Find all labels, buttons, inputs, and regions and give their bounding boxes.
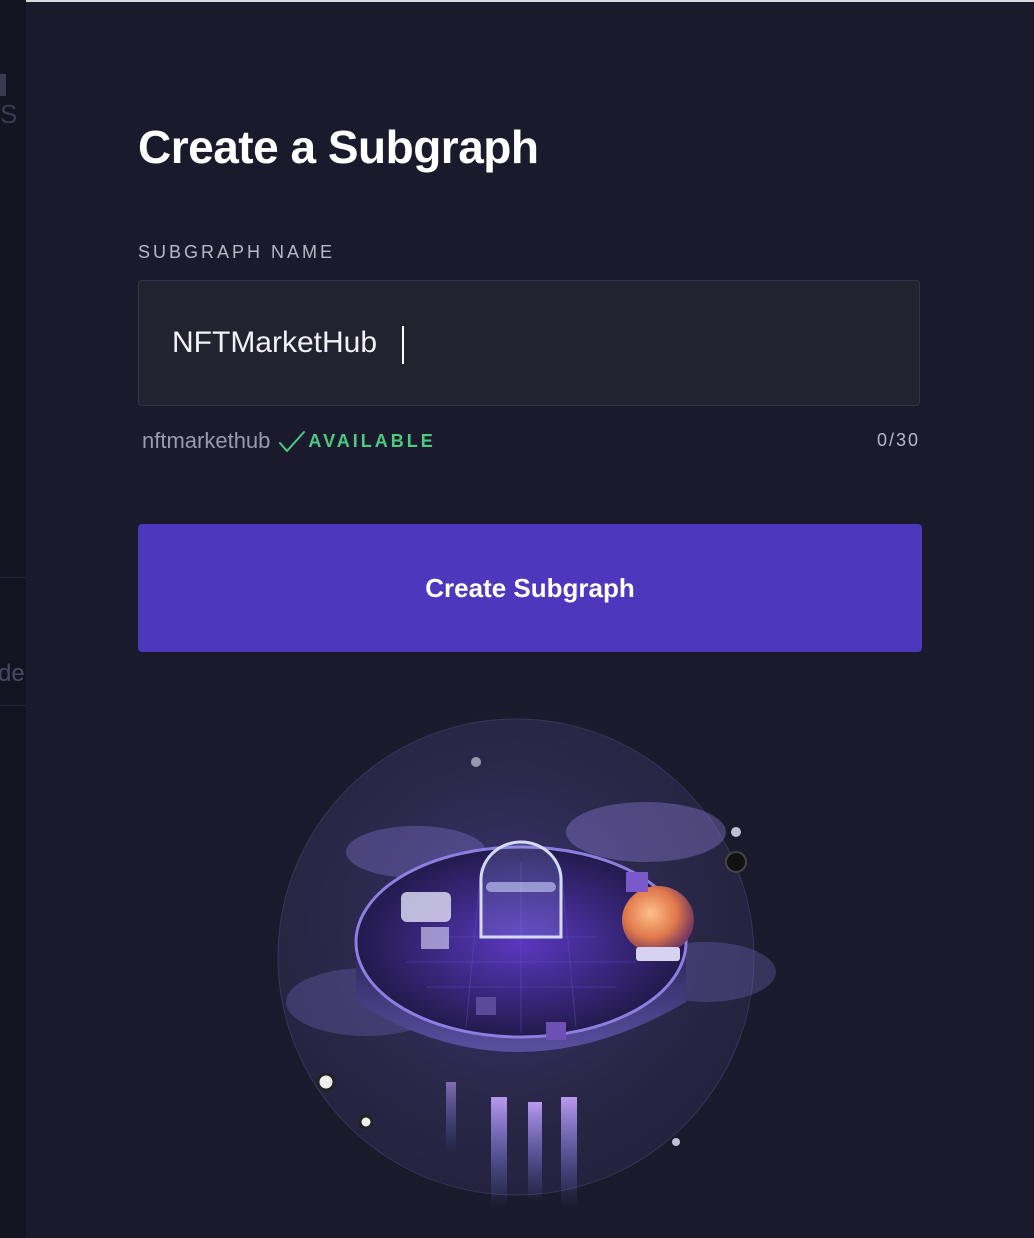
availability-row: nftmarkethub AVAILABLE [142,428,436,454]
modal-title: Create a Subgraph [138,121,539,173]
background-text-fragment: S [0,68,26,130]
text-caret [402,326,404,364]
subgraph-slug: nftmarkethub [142,428,271,453]
subgraph-name-label: SUBGRAPH NAME [138,242,336,262]
background-divider [0,577,26,578]
create-subgraph-modal: Create a Subgraph SUBGRAPH NAME nftmarke… [26,2,1034,1238]
create-subgraph-button[interactable]: Create Subgraph [138,524,922,652]
check-icon [279,431,306,452]
background-text-fragment: de [0,660,25,687]
availability-status: AVAILABLE [308,430,436,451]
character-counter: 0/30 [876,430,920,450]
background-page: S de [0,0,26,1238]
subgraph-name-input[interactable] [139,281,919,405]
background-divider [0,705,26,706]
floating-platform-illustration [266,702,776,1207]
subgraph-name-field[interactable] [138,280,920,406]
